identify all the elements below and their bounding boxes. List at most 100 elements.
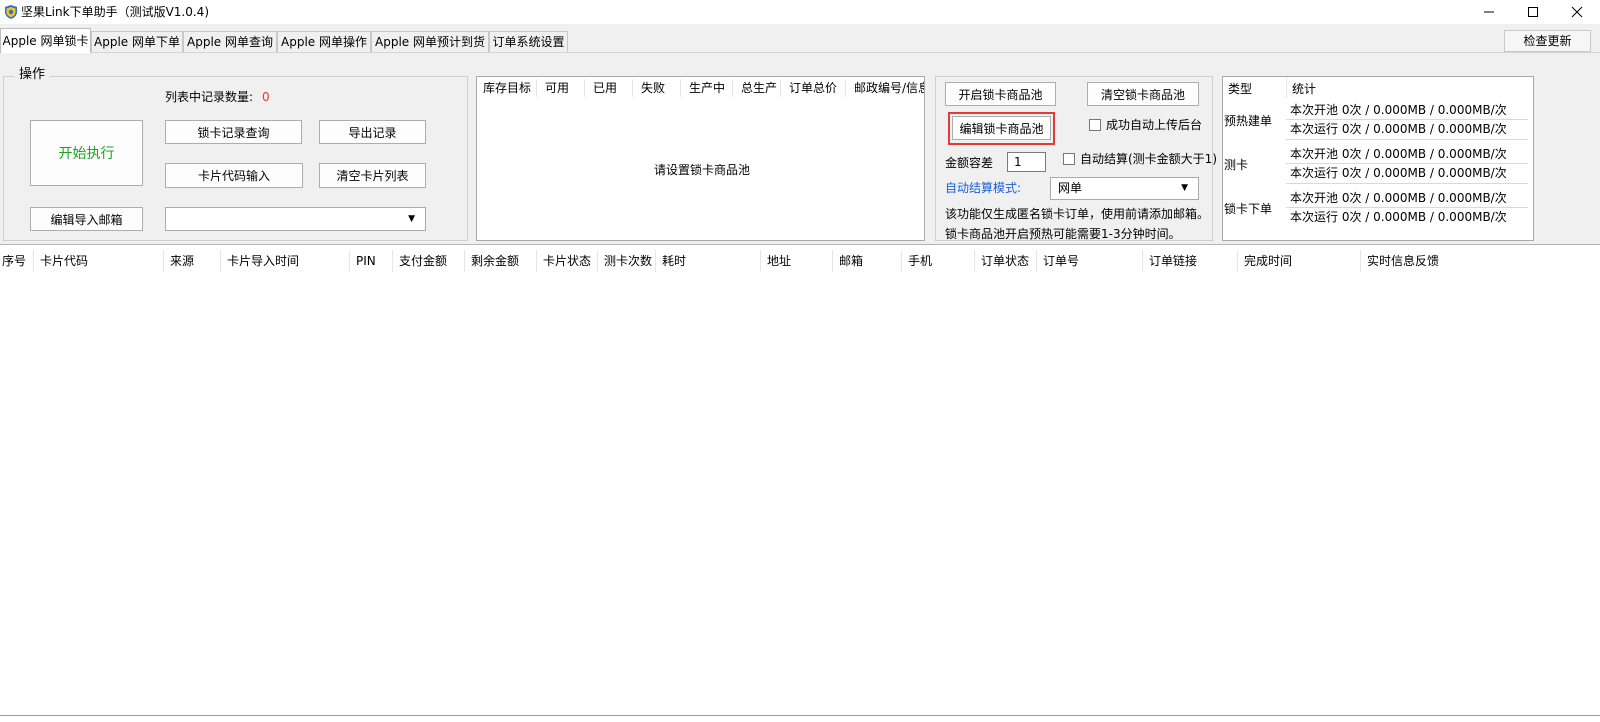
grid-bottom-border <box>0 715 1600 716</box>
column-divider <box>1036 250 1037 272</box>
grid-header-address[interactable]: 地址 <box>767 253 791 269</box>
clear-pool-button[interactable]: 清空锁卡商品池 <box>1087 82 1199 106</box>
column-divider <box>780 79 781 97</box>
grid-header-live-feedback[interactable]: 实时信息反馈 <box>1367 253 1439 269</box>
grid-header-order-link[interactable]: 订单链接 <box>1149 253 1197 269</box>
grid-header-card-code[interactable]: 卡片代码 <box>40 253 88 269</box>
column-divider <box>845 79 846 97</box>
grid-header-finish-time[interactable]: 完成时间 <box>1244 253 1292 269</box>
column-divider <box>536 79 537 97</box>
pool-list[interactable] <box>476 76 925 241</box>
tolerance-input[interactable]: 1 <box>1007 152 1046 172</box>
stats-row: 本次运行 0次 / 0.000MB / 0.000MB/次 <box>1290 122 1507 136</box>
auto-settle-mode-label: 自动结算模式: <box>945 181 1022 195</box>
card-code-input-button[interactable]: 卡片代码输入 <box>165 163 303 188</box>
grid-header-remaining-amount[interactable]: 剩余金额 <box>471 253 519 269</box>
grid-header-index[interactable]: 序号 <box>2 253 26 269</box>
dropdown-arrow-icon: ▼ <box>408 214 415 224</box>
tab-apple-place-order[interactable]: Apple 网单下单 <box>91 31 183 52</box>
stats-row: 本次开池 0次 / 0.000MB / 0.000MB/次 <box>1290 147 1507 161</box>
clear-card-list-button[interactable]: 清空卡片列表 <box>319 163 426 188</box>
auto-settle-mode-select[interactable]: 网单 ▼ <box>1050 177 1199 200</box>
grid-header-test-count[interactable]: 测卡次数 <box>604 253 652 269</box>
tab-order-system-settings[interactable]: 订单系统设置 <box>489 31 568 52</box>
stats-header-stats: 统计 <box>1292 82 1317 96</box>
email-select[interactable]: ▼ <box>165 207 426 231</box>
tab-apple-order-query[interactable]: Apple 网单查询 <box>183 31 277 52</box>
dropdown-arrow-icon: ▼ <box>1181 183 1188 193</box>
stats-row-divider <box>1286 163 1528 164</box>
column-divider <box>760 250 761 272</box>
lock-record-query-button[interactable]: 锁卡记录查询 <box>165 120 302 144</box>
grid-header-paid-amount[interactable]: 支付金额 <box>399 253 447 269</box>
column-divider <box>901 250 902 272</box>
edit-import-email-button[interactable]: 编辑导入邮箱 <box>30 207 143 231</box>
column-divider <box>33 250 34 272</box>
column-divider <box>1237 250 1238 272</box>
edit-pool-highlight <box>948 112 1055 145</box>
tab-apple-order-operation[interactable]: Apple 网单操作 <box>277 31 371 52</box>
pool-header-stock-target[interactable]: 库存目标 <box>483 79 531 97</box>
stats-row-divider <box>1286 119 1528 120</box>
pool-header-failed[interactable]: 失败 <box>641 79 665 97</box>
column-divider <box>732 79 733 97</box>
column-divider <box>655 250 656 272</box>
auto-settle-checkbox[interactable] <box>1063 153 1075 165</box>
grid-header-elapsed[interactable]: 耗时 <box>662 253 686 269</box>
grid-header-order-status[interactable]: 订单状态 <box>981 253 1029 269</box>
auto-settle-label: 自动结算(测卡金额大于1) <box>1080 152 1217 166</box>
stats-row: 本次运行 0次 / 0.000MB / 0.000MB/次 <box>1290 166 1507 180</box>
stats-type-lock-order: 锁卡下单 <box>1224 202 1273 216</box>
column-divider <box>1286 77 1287 98</box>
grid-header-source[interactable]: 来源 <box>170 253 194 269</box>
grid-header-pin[interactable]: PIN <box>356 253 376 269</box>
check-update-button[interactable]: 检查更新 <box>1504 30 1591 52</box>
column-divider <box>584 79 585 97</box>
record-count-label: 列表中记录数量: <box>165 90 254 104</box>
column-divider <box>220 250 221 272</box>
operations-legend: 操作 <box>14 67 51 83</box>
pool-header-total-produced[interactable]: 总生产 <box>741 79 777 97</box>
pool-note-line-2: 锁卡商品池开启预热可能需要1-3分钟时间。 <box>945 227 1181 241</box>
column-divider <box>1360 250 1361 272</box>
stats-row-divider <box>1286 183 1528 184</box>
tab-apple-expected-arrival[interactable]: Apple 网单预计到货 <box>371 31 489 52</box>
pool-header-order-total[interactable]: 订单总价 <box>789 79 837 97</box>
pool-header-producing[interactable]: 生产中 <box>689 79 725 97</box>
column-divider <box>680 79 681 97</box>
pool-header-available[interactable]: 可用 <box>545 79 569 97</box>
stats-type-preheat: 预热建单 <box>1224 114 1273 128</box>
tab-apple-lock-card[interactable]: Apple 网单锁卡 <box>0 28 91 53</box>
pool-header-postal-info[interactable]: 邮政编号/信息 <box>854 79 924 97</box>
title-bar <box>0 0 1600 24</box>
maximize-button[interactable] <box>1510 0 1556 24</box>
maximize-icon <box>1528 7 1538 17</box>
stats-type-card-test: 测卡 <box>1224 158 1249 172</box>
stats-row: 本次开池 0次 / 0.000MB / 0.000MB/次 <box>1290 191 1507 205</box>
start-execute-button[interactable]: 开始执行 <box>30 120 143 186</box>
app-shield-icon <box>3 4 19 20</box>
column-divider <box>974 250 975 272</box>
tolerance-label: 金额容差 <box>945 156 994 170</box>
grid-header-email[interactable]: 邮箱 <box>839 253 863 269</box>
close-button[interactable] <box>1554 0 1600 24</box>
grid-header-card-status[interactable]: 卡片状态 <box>543 253 591 269</box>
grid-header-phone[interactable]: 手机 <box>908 253 932 269</box>
stats-header-type: 类型 <box>1228 82 1253 96</box>
export-records-button[interactable]: 导出记录 <box>319 120 426 144</box>
auto-upload-checkbox[interactable] <box>1089 119 1101 131</box>
column-divider <box>464 250 465 272</box>
grid-header-order-number[interactable]: 订单号 <box>1043 253 1079 269</box>
column-divider <box>597 250 598 272</box>
stats-row-divider <box>1286 139 1528 140</box>
column-divider <box>1142 250 1143 272</box>
grid-header-import-time[interactable]: 卡片导入时间 <box>227 253 299 269</box>
auto-settle-mode-value: 网单 <box>1058 181 1083 195</box>
minimize-button[interactable] <box>1466 0 1512 24</box>
pool-header-used[interactable]: 已用 <box>593 79 617 97</box>
auto-upload-label: 成功自动上传后台 <box>1106 118 1203 132</box>
column-divider <box>392 250 393 272</box>
column-divider <box>349 250 350 272</box>
open-pool-button[interactable]: 开启锁卡商品池 <box>945 82 1056 106</box>
pool-note-line-1: 该功能仅生成匿名锁卡订单，使用前请添加邮箱。 <box>945 207 1210 221</box>
